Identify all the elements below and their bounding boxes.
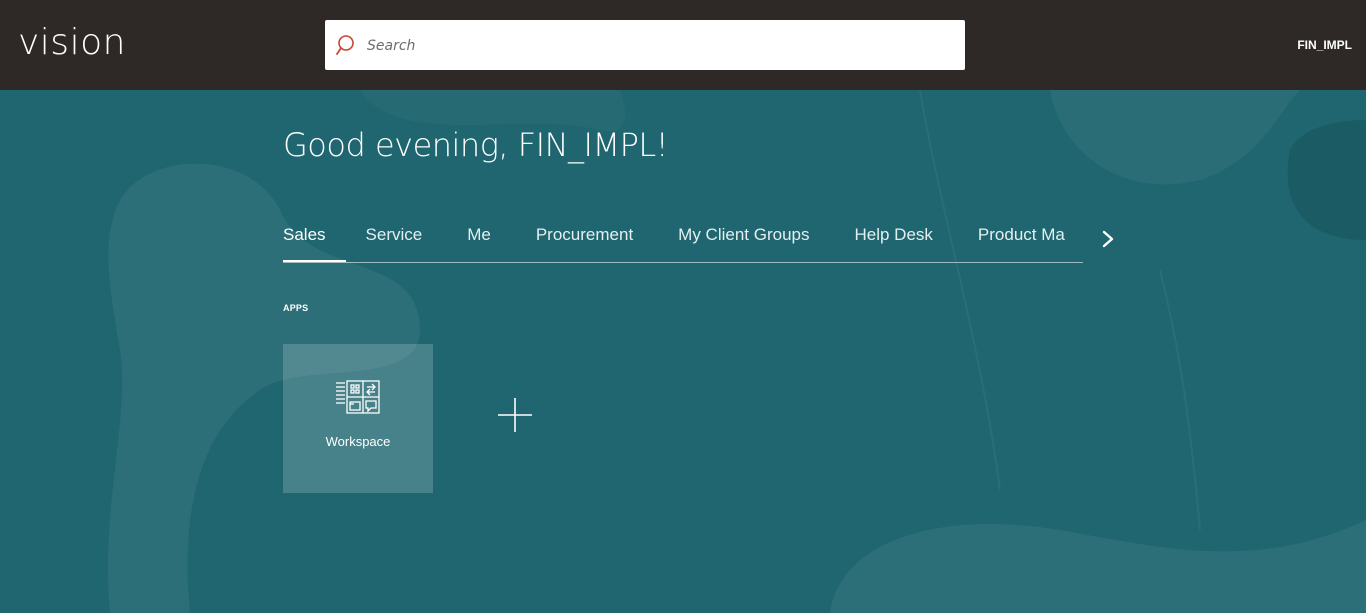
tab-me[interactable]: Me — [467, 220, 491, 260]
vision-logo[interactable]: vision — [18, 22, 126, 63]
background-artwork — [107, 90, 1366, 613]
plus-icon[interactable] — [497, 397, 533, 433]
chevron-right-icon[interactable] — [1097, 228, 1119, 250]
search-box[interactable] — [325, 20, 965, 70]
springboard-tabs: Sales Service Me Procurement My Client Group… — [283, 220, 1083, 263]
tab-product-management[interactable]: Product Ma — [978, 220, 1065, 260]
workspace-app-label: Workspace — [325, 434, 391, 449]
tab-help-desk[interactable]: Help Desk — [855, 220, 933, 260]
search-icon — [336, 35, 354, 55]
user-menu[interactable]: FIN_IMPL — [1297, 38, 1352, 52]
tab-my-client-groups[interactable]: My Client Groups — [678, 220, 809, 260]
search-input[interactable] — [365, 30, 949, 62]
tab-procurement[interactable]: Procurement — [536, 220, 633, 260]
tab-service[interactable]: Service — [366, 220, 423, 260]
tab-sales[interactable]: Sales — [283, 220, 346, 262]
global-header: vision FIN_IMPL — [0, 0, 1366, 90]
apps-heading: APPS — [283, 303, 309, 313]
workspace-icon — [336, 380, 380, 414]
springboard: Good evening, FIN_IMPL! Sales Service Me Pr… — [0, 90, 1366, 613]
page-title: Good evening, FIN_IMPL! — [283, 126, 669, 164]
workspace-app-tile[interactable]: Workspace — [283, 344, 433, 493]
